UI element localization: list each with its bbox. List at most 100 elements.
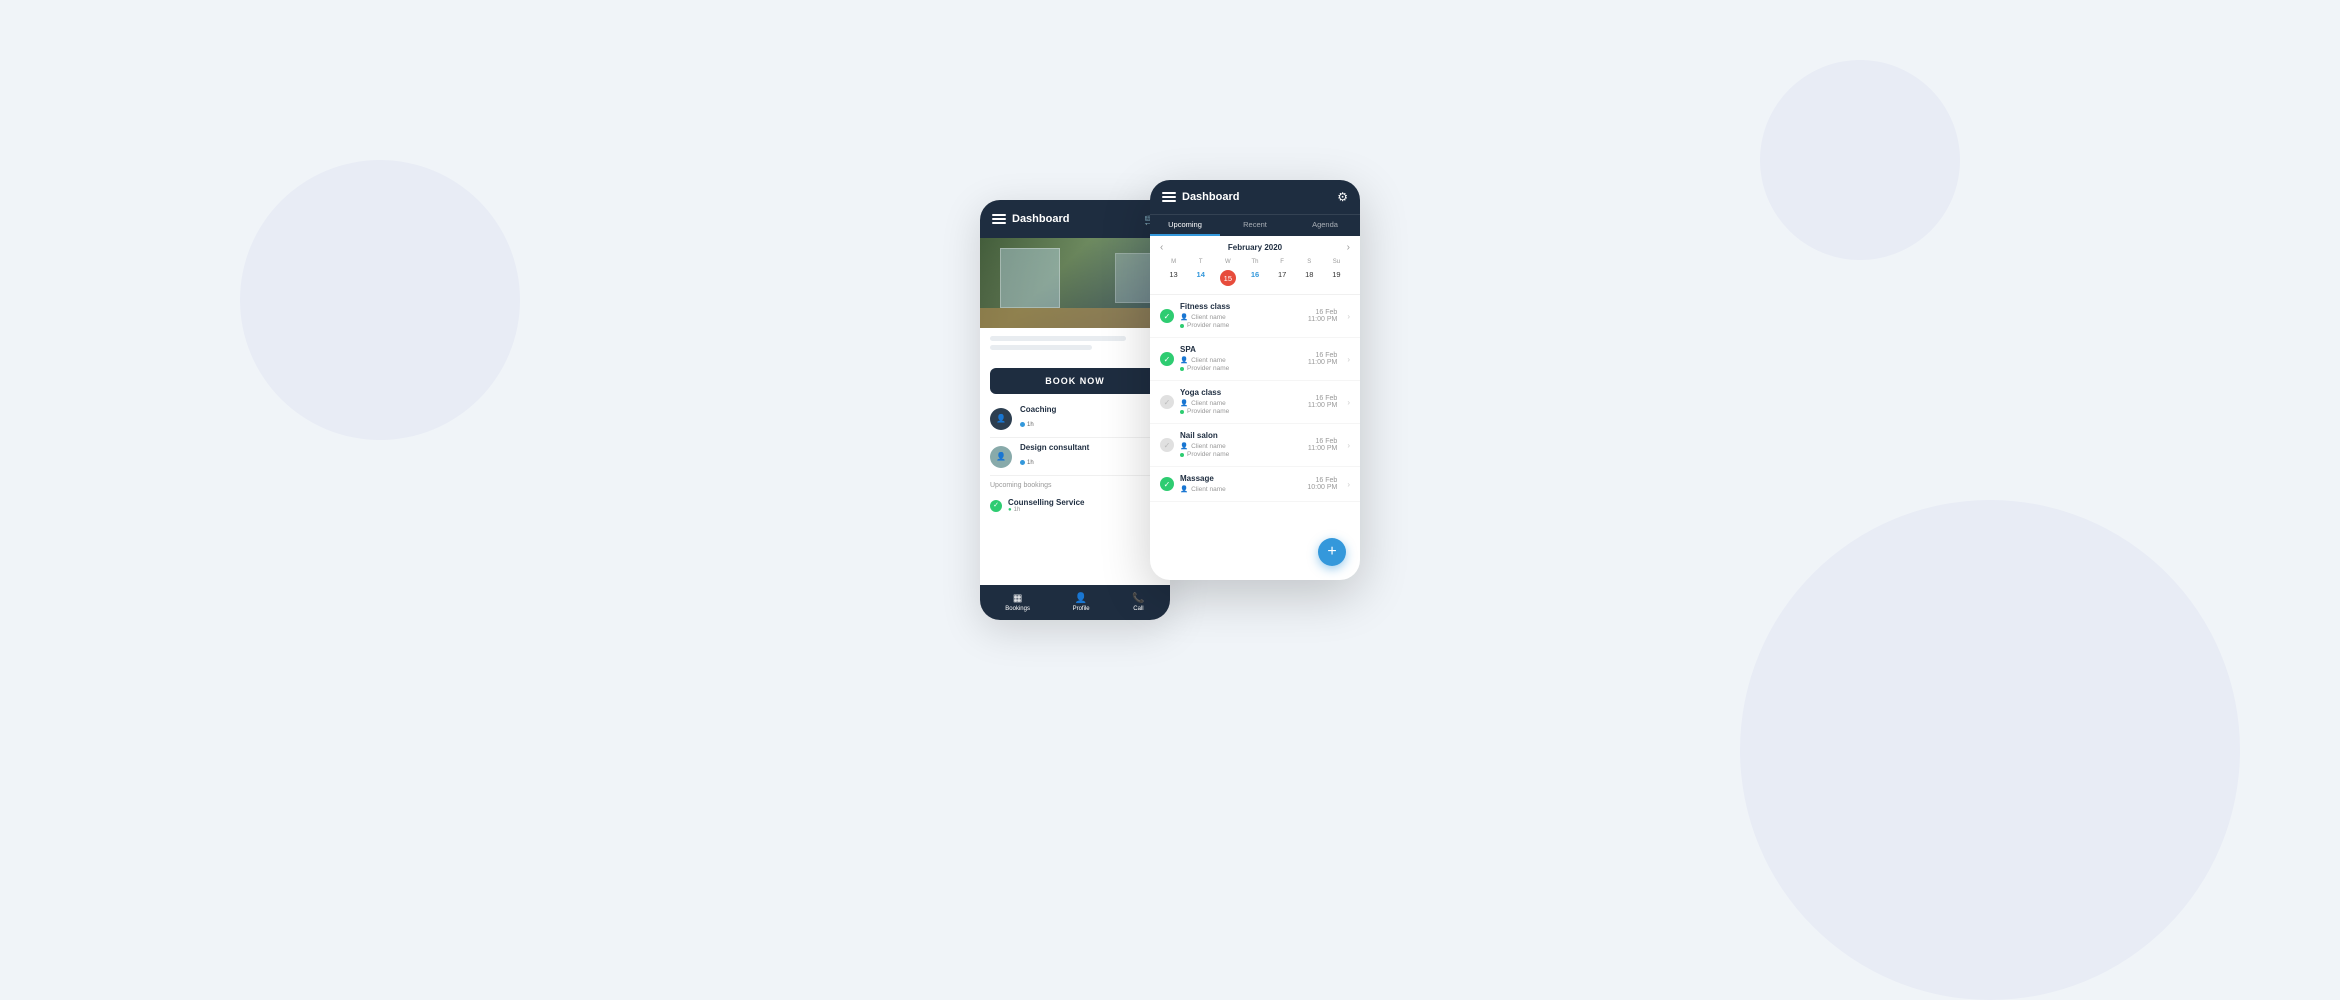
bg-circle-right-top xyxy=(1760,60,1960,260)
client-name: Client name xyxy=(1191,314,1226,321)
arrow-icon: › xyxy=(1347,355,1350,364)
footer-item-profile[interactable]: 👤 Profile xyxy=(1073,593,1090,612)
service-name: Design consultant xyxy=(1020,443,1089,452)
client-name: Client name xyxy=(1191,486,1226,493)
booking-info: SPA 👤 Client name Provider name xyxy=(1180,345,1302,373)
booking-provider: Provider name xyxy=(1180,322,1302,329)
tab-recent[interactable]: Recent xyxy=(1220,215,1290,236)
booking-item[interactable]: ✓ SPA 👤 Client name Provider name 16 Feb xyxy=(1150,338,1360,381)
upcoming-time: ● 1h xyxy=(1008,507,1084,513)
filter-icon[interactable]: ⚙ xyxy=(1337,190,1348,204)
image-window-2 xyxy=(1115,253,1155,303)
skeleton-line-2 xyxy=(990,345,1092,350)
booking-name: Nail salon xyxy=(1180,431,1302,440)
booking-client: 👤 Client name xyxy=(1180,442,1302,450)
day-label-m: M xyxy=(1160,259,1187,265)
provider-name: Provider name xyxy=(1187,365,1229,372)
hamburger-icon[interactable] xyxy=(992,214,1006,224)
upcoming-item: ✓ Counselling Service ● 1h xyxy=(990,494,1160,517)
avatar: 👤 xyxy=(990,446,1012,468)
booking-date: 16 Feb xyxy=(1308,309,1337,316)
booking-check-icon: ✓ xyxy=(1160,438,1174,452)
footer-label: Call xyxy=(1133,606,1143,612)
h-line-1 xyxy=(1162,192,1176,194)
h-line-2 xyxy=(1162,196,1176,198)
footer-item-bookings[interactable]: ▦ Bookings xyxy=(1005,593,1030,612)
calendar-month: February 2020 xyxy=(1228,243,1282,252)
footer-item-call[interactable]: 📞 Call xyxy=(1132,593,1144,612)
booking-datetime: 16 Feb 11:00 PM xyxy=(1308,309,1337,323)
calendar-header: ‹ February 2020 › xyxy=(1160,242,1350,253)
check-icon: ✓ xyxy=(990,500,1002,512)
upcoming-section: Upcoming bookings ✓ Counselling Service … xyxy=(980,476,1170,521)
booking-info: Fitness class 👤 Client name Provider nam… xyxy=(1180,302,1302,330)
day-label-su: Su xyxy=(1323,259,1350,265)
tabs-row: Upcoming Recent Agenda xyxy=(1150,214,1360,236)
cal-date-15[interactable]: 15 xyxy=(1214,268,1241,288)
check-mark: ✓ xyxy=(1164,398,1171,407)
client-name: Client name xyxy=(1191,443,1226,450)
cal-prev-button[interactable]: ‹ xyxy=(1160,242,1163,253)
check-mark: ✓ xyxy=(1164,355,1171,364)
booking-info: Yoga class 👤 Client name Provider name xyxy=(1180,388,1302,416)
booking-name: Fitness class xyxy=(1180,302,1302,311)
footer-label: Bookings xyxy=(1005,606,1030,612)
hero-image xyxy=(980,238,1170,328)
cal-next-button[interactable]: › xyxy=(1347,242,1350,253)
book-now-button[interactable]: BOOK NOW xyxy=(990,368,1160,394)
client-icon: 👤 xyxy=(1180,356,1188,364)
check-mark: ✓ xyxy=(1164,480,1171,489)
booking-item[interactable]: ✓ Massage 👤 Client name 16 Feb 10:00 PM … xyxy=(1150,467,1360,502)
fab-add-button[interactable]: + xyxy=(1318,538,1346,566)
right-header-title: Dashboard xyxy=(1182,191,1239,203)
calendar-day-labels: M T W Th F S Su xyxy=(1160,259,1350,265)
provider-dot xyxy=(1180,324,1184,328)
tab-upcoming[interactable]: Upcoming xyxy=(1150,215,1220,236)
cal-date-18[interactable]: 18 xyxy=(1296,268,1323,288)
cal-date-14[interactable]: 14 xyxy=(1187,268,1214,288)
service-info: Design consultant 1h xyxy=(1020,443,1089,470)
booking-date: 16 Feb xyxy=(1307,477,1337,484)
booking-client: 👤 Client name xyxy=(1180,485,1301,493)
image-floor xyxy=(980,308,1170,328)
day-label-w: W xyxy=(1214,259,1241,265)
upcoming-name: Counselling Service xyxy=(1008,498,1084,507)
badge-text: 1h xyxy=(1027,422,1034,428)
badge-dot xyxy=(1020,460,1025,465)
tab-agenda[interactable]: Agenda xyxy=(1290,215,1360,236)
call-icon: 📞 xyxy=(1132,593,1144,604)
calendar-section: ‹ February 2020 › M T W Th F S Su 13 14 … xyxy=(1150,236,1360,295)
booking-check-icon: ✓ xyxy=(1160,352,1174,366)
hamburger-icon-right[interactable] xyxy=(1162,192,1176,202)
header-left: Dashboard xyxy=(992,213,1069,225)
booking-date: 16 Feb xyxy=(1308,395,1337,402)
bookings-list: ✓ Fitness class 👤 Client name Provider n… xyxy=(1150,295,1360,502)
cal-date-19[interactable]: 19 xyxy=(1323,268,1350,288)
calendar-dates: 13 14 15 16 17 18 19 xyxy=(1160,268,1350,288)
image-window xyxy=(1000,248,1060,308)
booking-item[interactable]: ✓ Yoga class 👤 Client name Provider name… xyxy=(1150,381,1360,424)
booking-date: 16 Feb xyxy=(1308,352,1337,359)
booking-item[interactable]: ✓ Fitness class 👤 Client name Provider n… xyxy=(1150,295,1360,338)
profile-icon: 👤 xyxy=(1075,593,1087,604)
arrow-icon: › xyxy=(1347,480,1350,489)
time-dot: ● xyxy=(1008,507,1012,513)
check-mark: ✓ xyxy=(1164,312,1171,321)
avatar: 👤 xyxy=(990,408,1012,430)
badge-dot xyxy=(1020,422,1025,427)
booking-check-icon: ✓ xyxy=(1160,395,1174,409)
booking-provider: Provider name xyxy=(1180,451,1302,458)
cal-date-17[interactable]: 17 xyxy=(1269,268,1296,288)
bg-circle-left xyxy=(240,160,520,440)
cal-date-16[interactable]: 16 xyxy=(1241,268,1268,288)
upcoming-title: Upcoming bookings xyxy=(990,482,1160,489)
booking-item[interactable]: ✓ Nail salon 👤 Client name Provider name… xyxy=(1150,424,1360,467)
service-badge: 1h xyxy=(1020,460,1034,466)
client-icon: 👤 xyxy=(1180,313,1188,321)
day-label-s: S xyxy=(1296,259,1323,265)
booking-name: SPA xyxy=(1180,345,1302,354)
booking-date: 16 Feb xyxy=(1308,438,1337,445)
booking-time: 11:00 PM xyxy=(1308,402,1337,409)
cal-date-13[interactable]: 13 xyxy=(1160,268,1187,288)
service-name: Coaching xyxy=(1020,405,1056,414)
